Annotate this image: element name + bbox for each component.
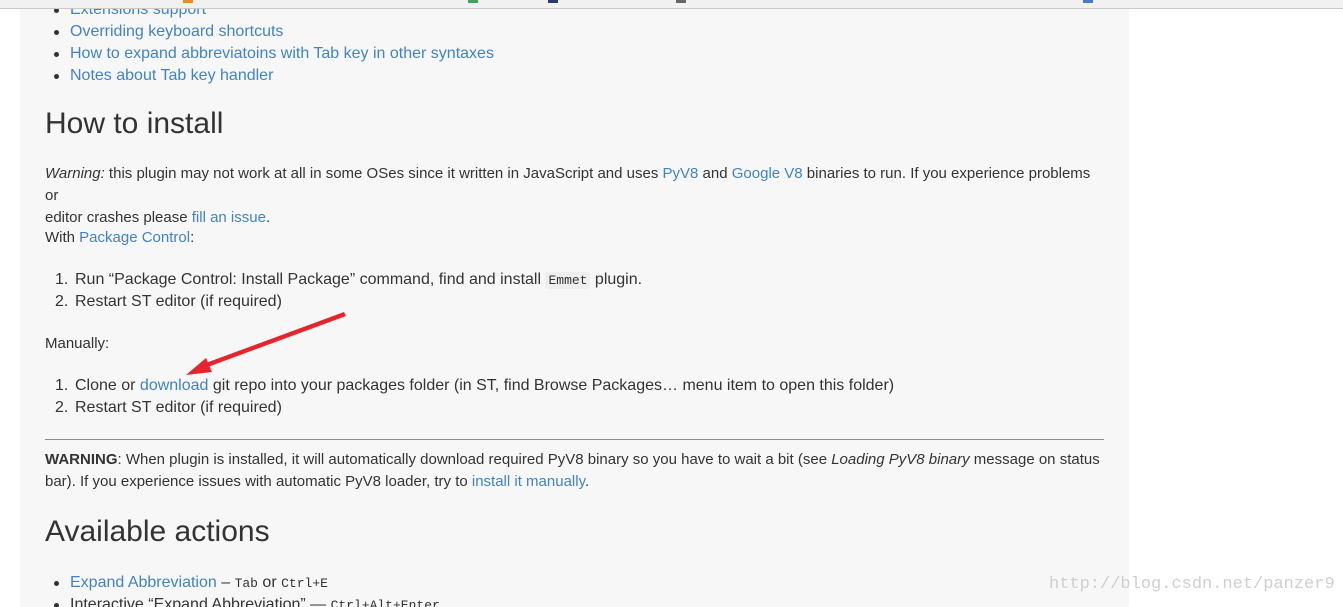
- link-package-control[interactable]: Package Control: [79, 229, 190, 246]
- link-install-manually[interactable]: install it manually: [472, 473, 585, 490]
- heading-how-to-install: How to install: [45, 107, 224, 140]
- step-number: 2.: [55, 399, 69, 416]
- step-text-end: git repo into your packages folder (in S…: [208, 377, 895, 394]
- step-text: Clone or: [75, 377, 140, 394]
- toolbar-icon-orange[interactable]: [183, 0, 193, 3]
- heading-available-actions: Available actions: [45, 515, 270, 548]
- toc-item: Notes about Tab key handler: [45, 65, 494, 87]
- interactive-expand-text: Interactive “Expand Abbreviation” —: [70, 596, 331, 607]
- note-text-line2: bar). If you experience issues with auto…: [45, 473, 472, 490]
- manual-steps: 1. Clone or download git repo into your p…: [45, 375, 894, 419]
- toc-item: How to expand abbreviatoins with Tab key…: [45, 43, 494, 65]
- period: .: [265, 209, 271, 226]
- list-item: 1. Run “Package Control: Install Package”…: [45, 269, 642, 291]
- with-label: With: [45, 229, 80, 246]
- warning-text: this plugin may not work at all in some …: [104, 165, 663, 182]
- note-text: : When plugin is installed, it will auto…: [117, 451, 832, 468]
- toc-link-tab-key-handler[interactable]: Notes about Tab key handler: [70, 67, 273, 84]
- code-emmet: Emmet: [545, 272, 591, 289]
- with-package-control-text: With Package Control:: [45, 227, 1105, 249]
- actions-list: Expand Abbreviation – Tab or Ctrl+E Inte…: [45, 572, 440, 607]
- step-number: 1.: [55, 271, 69, 288]
- or-text: or: [257, 574, 282, 591]
- manually-label: Manually:: [45, 335, 110, 352]
- toc-link-overriding-shortcuts[interactable]: Overriding keyboard shortcuts: [70, 23, 283, 40]
- package-control-steps: 1. Run “Package Control: Install Package”…: [45, 269, 642, 313]
- warning-text-line2: editor crashes please: [45, 209, 192, 226]
- step-text: Restart ST editor (if required): [75, 399, 282, 416]
- link-download[interactable]: download: [140, 377, 209, 394]
- step-text: Run “Package Control: Install Package” c…: [75, 271, 546, 288]
- table-of-contents: Extensions support Overriding keyboard s…: [45, 9, 494, 87]
- note-emphasis: Loading PyV8 binary: [831, 451, 970, 468]
- toolbar-icon-green[interactable]: [468, 0, 478, 3]
- colon: :: [190, 229, 195, 246]
- note-text-cont: message on status: [969, 451, 1100, 468]
- link-pyv8[interactable]: PyV8: [663, 165, 699, 182]
- toolbar-icon-gray[interactable]: [676, 0, 686, 3]
- readme-page: Extensions support Overriding keyboard s…: [20, 9, 1129, 607]
- shortcut-ctrl-e: Ctrl+E: [281, 576, 328, 591]
- warning-strong-label: WARNING: [45, 451, 118, 468]
- and-text: and: [698, 165, 732, 182]
- warning-label: Warning:: [45, 165, 105, 182]
- toc-item: Extensions support: [45, 9, 494, 21]
- list-item: 2. Restart ST editor (if required): [45, 291, 642, 313]
- shortcut-ctrl-alt-enter: Ctrl+Alt+Enter: [330, 598, 440, 607]
- toc-item: Overriding keyboard shortcuts: [45, 21, 494, 43]
- toc-link-extensions-support[interactable]: Extensions support: [70, 9, 206, 18]
- shortcut-tab: Tab: [234, 576, 258, 591]
- toc-link-tab-key-syntaxes[interactable]: How to expand abbreviatoins with Tab key…: [70, 45, 494, 62]
- watermark-text: http://blog.csdn.net/panzer9: [1049, 575, 1335, 594]
- toolbar-icon-navy[interactable]: [548, 0, 558, 3]
- step-number: 2.: [55, 293, 69, 310]
- pyv8-warning-paragraph: WARNING: When plugin is installed, it wi…: [45, 449, 1105, 493]
- list-item: 1. Clone or download git repo into your p…: [45, 375, 894, 397]
- list-item: Expand Abbreviation – Tab or Ctrl+E: [45, 572, 440, 594]
- toolbar-icon-blue[interactable]: [1083, 0, 1093, 3]
- list-item: Interactive “Expand Abbreviation” — Ctrl…: [45, 594, 440, 607]
- note-end: .: [584, 473, 590, 490]
- install-warning-paragraph: Warning: this plugin may not work at all…: [45, 163, 1105, 229]
- step-number: 1.: [55, 377, 69, 394]
- horizontal-rule: [45, 439, 1104, 440]
- step-text-end: plugin.: [590, 271, 643, 288]
- step-text: Restart ST editor (if required): [75, 293, 282, 310]
- link-fill-an-issue[interactable]: fill an issue: [192, 209, 266, 226]
- link-google-v8[interactable]: Google V8: [732, 165, 803, 182]
- dash: –: [216, 574, 235, 591]
- list-item: 2. Restart ST editor (if required): [45, 397, 894, 419]
- browser-toolbar-strip: [0, 0, 1343, 9]
- link-expand-abbreviation[interactable]: Expand Abbreviation: [70, 574, 217, 591]
